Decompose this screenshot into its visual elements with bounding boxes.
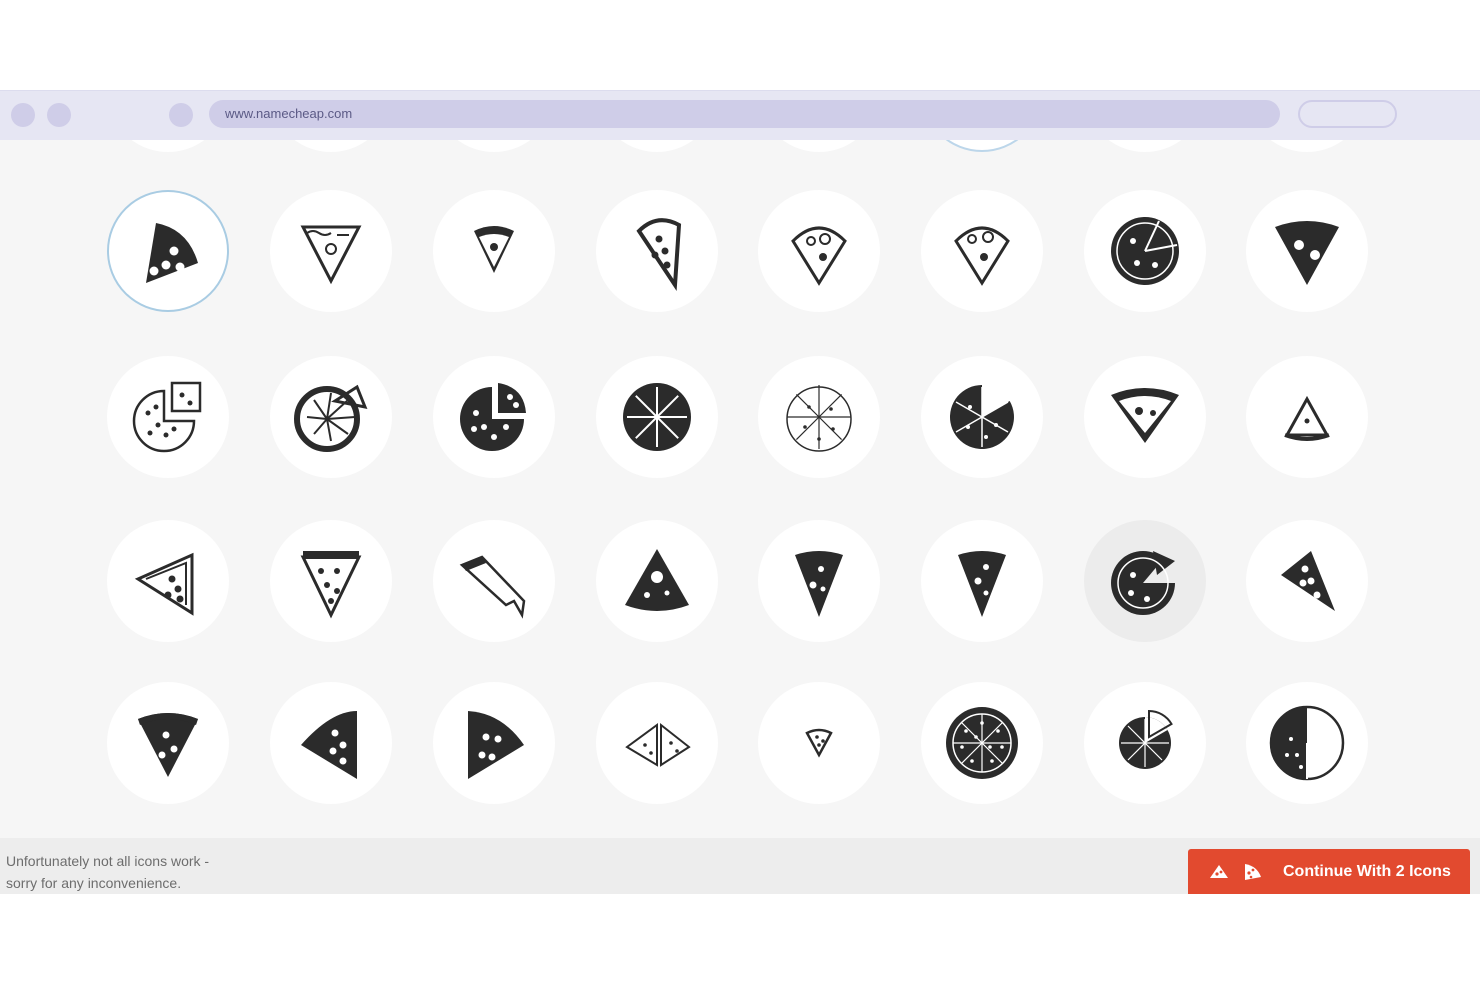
pizza-slice-dripping-icon — [459, 555, 526, 619]
browser-bar: www.namecheap.com — [0, 90, 1480, 140]
icon-tile[interactable] — [270, 520, 392, 642]
previous-row-tile[interactable] — [270, 140, 392, 152]
icon-tile[interactable] — [107, 520, 229, 642]
selected-pizza-icon — [1210, 865, 1228, 878]
icon-tile[interactable] — [1084, 356, 1206, 478]
icon-tile[interactable] — [758, 190, 880, 312]
pizza-slice-tiny-icon — [805, 728, 833, 758]
two-pizza-slices-outline-icon — [625, 722, 691, 767]
icon-tile[interactable] — [270, 356, 392, 478]
pizza-slice-simple-solid-icon — [138, 713, 198, 777]
url-bar[interactable]: www.namecheap.com — [209, 100, 1280, 128]
pizza-slice-mushroom-icon — [625, 549, 689, 611]
pizza-quarter-circle-outline-icon — [1269, 705, 1345, 781]
pizza-cut-slice-hover-icon — [1111, 551, 1177, 615]
icon-tile[interactable] — [1246, 682, 1368, 804]
icon-tile[interactable] — [921, 520, 1043, 642]
icon-tile[interactable] — [596, 356, 718, 478]
icon-tile[interactable] — [921, 190, 1043, 312]
pizza-slice-wide-outline-icon — [1111, 388, 1179, 443]
pizza-slice-left-solid-icon — [301, 711, 357, 779]
pizza-slice-sideways-outline-icon — [134, 552, 194, 616]
icon-tile[interactable] — [758, 682, 880, 804]
pizza-slice-right-solid-icon — [468, 711, 524, 779]
pizza-slice-solid-wide-icon — [1275, 221, 1339, 285]
icon-tile[interactable] — [758, 356, 880, 478]
pizza-slice-small-outline-icon — [474, 226, 514, 273]
pizza-slice-solid-narrow-icon — [795, 551, 843, 617]
pizza-wheel-slice-lifted-icon — [294, 384, 368, 452]
icon-tile[interactable] — [1084, 190, 1206, 312]
icon-tile[interactable] — [433, 520, 555, 642]
selected-pizza-icon — [1245, 864, 1261, 880]
window-dot-icon[interactable] — [47, 103, 71, 127]
previous-row-tile[interactable] — [596, 140, 718, 152]
pizza-slice-bold-selected-icon — [146, 223, 198, 283]
pizza-slice-bitten-outline-alt-icon — [954, 226, 1010, 286]
icon-grid — [0, 140, 1480, 838]
icon-tile[interactable] — [433, 356, 555, 478]
pizza-slice-sideways-solid-icon — [1281, 551, 1335, 611]
previous-row-tile[interactable] — [1246, 140, 1368, 152]
icon-tile[interactable] — [270, 190, 392, 312]
pizza-8-slices-outline-icon — [786, 385, 852, 452]
pizza-missing-slice-dark-icon — [460, 383, 526, 451]
whole-pizza-dotted-icon — [946, 707, 1018, 779]
previous-row-tile[interactable] — [921, 140, 1043, 152]
window-dot-icon[interactable] — [11, 103, 35, 127]
footer-bar: Unfortunately not all icons work - sorry… — [0, 838, 1480, 894]
reload-dot-icon[interactable] — [169, 103, 193, 127]
pizza-missing-slice-outline-icon — [132, 381, 202, 453]
icon-tile[interactable] — [433, 190, 555, 312]
icon-tile[interactable] — [1246, 190, 1368, 312]
pizza-slice-bitten-outline-icon — [791, 226, 847, 286]
footer-note: Unfortunately not all icons work - sorry… — [6, 850, 266, 894]
pizza-slice-small-triangle-icon — [1284, 395, 1330, 441]
footer-note-line: sorry for any inconvenience. — [6, 875, 182, 891]
icon-tile[interactable] — [107, 356, 229, 478]
icon-tile[interactable] — [270, 682, 392, 804]
url-text: www.namecheap.com — [225, 106, 353, 121]
icon-tile[interactable] — [921, 356, 1043, 478]
icon-tile[interactable] — [596, 682, 718, 804]
previous-row-tile[interactable] — [758, 140, 880, 152]
icon-tile[interactable] — [107, 682, 229, 804]
previous-row-tile[interactable] — [433, 140, 555, 152]
whole-pizza-small-cut-icon — [1119, 709, 1173, 769]
icon-tile[interactable] — [596, 190, 718, 312]
icon-tile[interactable] — [433, 682, 555, 804]
previous-row-tile[interactable] — [1084, 140, 1206, 152]
icon-tile[interactable] — [1084, 520, 1206, 642]
pizza-slice-crust-detailed-icon — [300, 551, 362, 619]
whole-pizza-cut-dark-icon — [1111, 217, 1179, 285]
pizza-slice-outline-lines-icon — [300, 225, 362, 285]
previous-row-tile[interactable] — [107, 140, 229, 152]
footer-note-line: Unfortunately not all icons work - — [6, 853, 210, 869]
icon-tile[interactable] — [1246, 356, 1368, 478]
icon-tile[interactable] — [1084, 682, 1206, 804]
browser-action-button[interactable] — [1298, 100, 1397, 128]
pizza-missing-slice-dark-alt-icon — [949, 385, 1014, 449]
pizza-slice-solid-narrow-alt-icon — [958, 551, 1006, 617]
icon-tile[interactable] — [758, 520, 880, 642]
continue-button[interactable]: Continue With 2 Icons — [1188, 849, 1470, 894]
pizza-slice-thick-crust-outline-icon — [636, 218, 682, 291]
icon-tile[interactable] — [596, 520, 718, 642]
whole-pizza-wheel-dark-icon — [623, 383, 691, 451]
icon-tile[interactable] — [1246, 520, 1368, 642]
continue-button-label: Continue With 2 Icons — [1283, 863, 1451, 880]
icon-tile[interactable] — [921, 682, 1043, 804]
icon-tile[interactable] — [107, 190, 229, 312]
